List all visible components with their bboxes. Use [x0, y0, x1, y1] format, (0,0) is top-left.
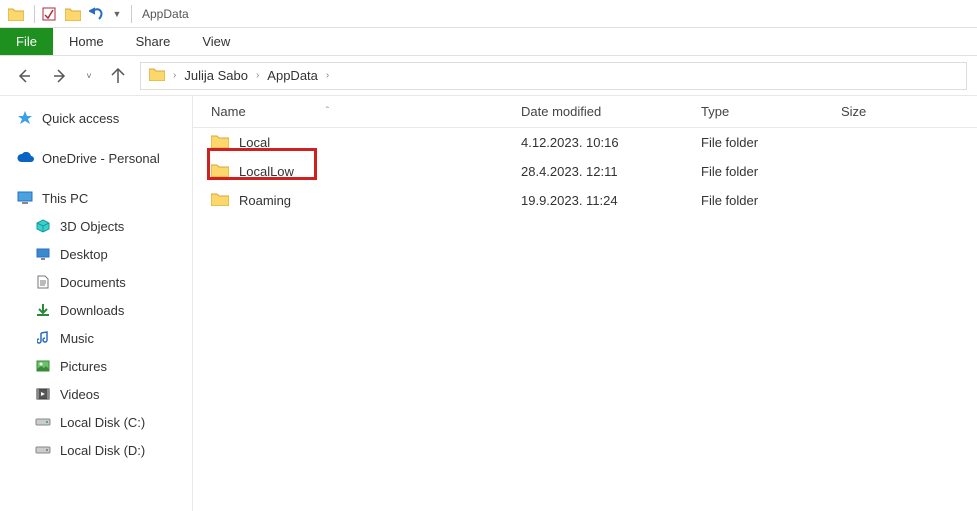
tab-share[interactable]: Share — [120, 28, 187, 55]
separator — [34, 5, 35, 23]
file-name: Local — [239, 135, 521, 150]
sidebar-item-label: Pictures — [60, 359, 107, 374]
folder-row[interactable]: LocalLow 28.4.2023. 12:11 File folder — [193, 157, 977, 186]
music-icon — [34, 329, 52, 347]
cloud-icon — [16, 149, 34, 167]
videos-icon — [34, 385, 52, 403]
drive-icon — [34, 413, 52, 431]
chevron-right-icon[interactable]: › — [254, 70, 261, 81]
up-button[interactable] — [104, 62, 132, 90]
file-date: 4.12.2023. 10:16 — [521, 135, 701, 150]
sidebar-item-pictures[interactable]: Pictures — [0, 352, 192, 380]
sidebar-item-label: Videos — [60, 387, 100, 402]
navigation-bar: ˅ › Julija Sabo › AppData › — [0, 56, 977, 96]
sort-indicator-icon: ˆ — [326, 106, 329, 117]
ribbon: File Home Share View — [0, 28, 977, 56]
folder-icon — [6, 4, 26, 24]
titlebar: ▼ AppData — [0, 0, 977, 28]
breadcrumb-segment[interactable]: Julija Sabo — [178, 68, 254, 83]
chevron-right-icon[interactable]: › — [171, 70, 178, 81]
sidebar-item-disk-c[interactable]: Local Disk (C:) — [0, 408, 192, 436]
folder-icon — [211, 163, 229, 181]
folder-icon — [211, 134, 229, 152]
address-bar[interactable]: › Julija Sabo › AppData › — [140, 62, 967, 90]
sidebar-item-desktop[interactable]: Desktop — [0, 240, 192, 268]
file-type: File folder — [701, 193, 841, 208]
file-name: Roaming — [239, 193, 521, 208]
sidebar-item-label: This PC — [42, 191, 88, 206]
chevron-right-icon[interactable]: › — [324, 70, 331, 81]
sidebar-item-label: Music — [60, 331, 94, 346]
separator — [131, 5, 132, 23]
pictures-icon — [34, 357, 52, 375]
sidebar-item-label: Quick access — [42, 111, 119, 126]
column-header-size[interactable]: Size — [841, 104, 921, 119]
column-header-type[interactable]: Type — [701, 104, 841, 119]
computer-icon — [16, 189, 34, 207]
column-header-name[interactable]: Name ˆ — [211, 104, 521, 119]
sidebar-item-documents[interactable]: Documents — [0, 268, 192, 296]
sidebar-item-label: OneDrive - Personal — [42, 151, 160, 166]
column-header-date[interactable]: Date modified — [521, 104, 701, 119]
sidebar-item-videos[interactable]: Videos — [0, 380, 192, 408]
sidebar-item-label: Local Disk (C:) — [60, 415, 145, 430]
file-type: File folder — [701, 135, 841, 150]
folder-icon — [211, 192, 229, 210]
sidebar-item-label: Documents — [60, 275, 126, 290]
file-date: 19.9.2023. 11:24 — [521, 193, 701, 208]
tab-view[interactable]: View — [186, 28, 246, 55]
properties-icon[interactable] — [39, 4, 59, 24]
download-icon — [34, 301, 52, 319]
star-icon — [16, 109, 34, 127]
recent-locations-button[interactable]: ˅ — [82, 62, 96, 90]
sidebar-item-downloads[interactable]: Downloads — [0, 296, 192, 324]
column-headers: Name ˆ Date modified Type Size — [193, 96, 977, 128]
sidebar-this-pc[interactable]: This PC — [0, 184, 192, 212]
dropdown-icon[interactable]: ▼ — [111, 4, 123, 24]
sidebar-item-music[interactable]: Music — [0, 324, 192, 352]
folder-row[interactable]: Roaming 19.9.2023. 11:24 File folder — [193, 186, 977, 215]
undo-icon[interactable] — [87, 4, 107, 24]
file-name: LocalLow — [239, 164, 521, 179]
sidebar-onedrive[interactable]: OneDrive - Personal — [0, 144, 192, 172]
documents-icon — [34, 273, 52, 291]
desktop-icon — [34, 245, 52, 263]
drive-icon — [34, 441, 52, 459]
sidebar-item-label: Local Disk (D:) — [60, 443, 145, 458]
folder-row[interactable]: Local 4.12.2023. 10:16 File folder — [193, 128, 977, 157]
sidebar-quick-access[interactable]: Quick access — [0, 104, 192, 132]
tab-file[interactable]: File — [0, 28, 53, 55]
sidebar-item-disk-d[interactable]: Local Disk (D:) — [0, 436, 192, 464]
window-title: AppData — [142, 7, 189, 21]
sidebar-item-label: Desktop — [60, 247, 108, 262]
file-type: File folder — [701, 164, 841, 179]
back-button[interactable] — [10, 62, 38, 90]
body: Quick access OneDrive - Personal This PC… — [0, 96, 977, 511]
folder-icon — [149, 67, 167, 85]
file-list: Name ˆ Date modified Type Size Local 4.1… — [193, 96, 977, 511]
sidebar-item-label: 3D Objects — [60, 219, 124, 234]
cube-icon — [34, 217, 52, 235]
forward-button[interactable] — [46, 62, 74, 90]
breadcrumb-segment[interactable]: AppData — [261, 68, 324, 83]
file-date: 28.4.2023. 12:11 — [521, 164, 701, 179]
tab-home[interactable]: Home — [53, 28, 120, 55]
sidebar-item-label: Downloads — [60, 303, 124, 318]
navigation-pane: Quick access OneDrive - Personal This PC… — [0, 96, 193, 511]
new-folder-icon[interactable] — [63, 4, 83, 24]
sidebar-item-3d-objects[interactable]: 3D Objects — [0, 212, 192, 240]
